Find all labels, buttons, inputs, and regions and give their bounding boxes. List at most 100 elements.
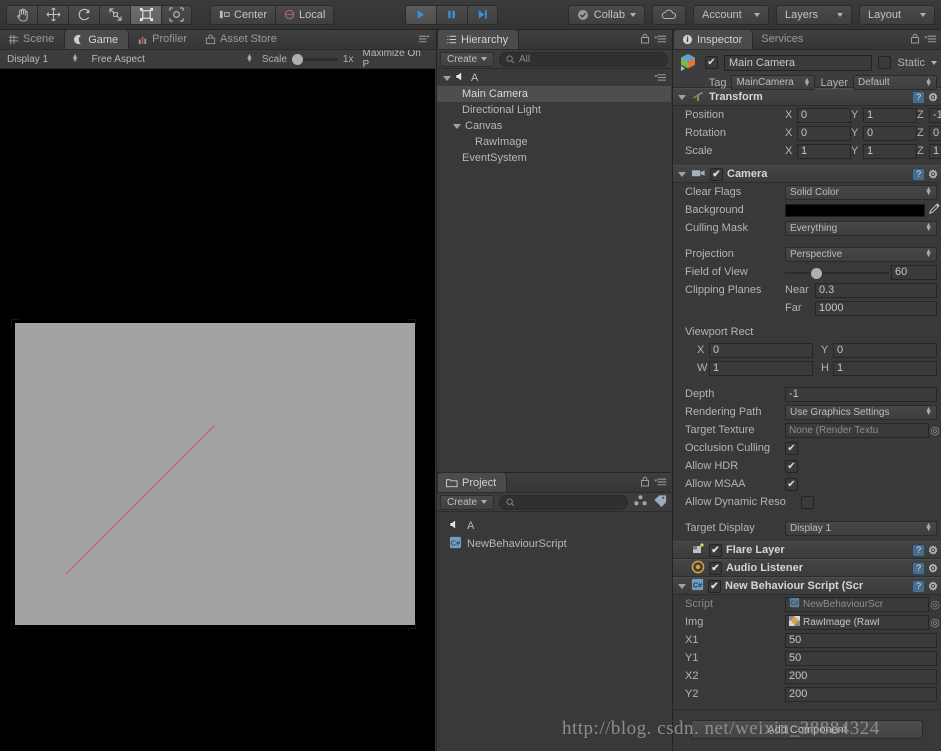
static-checkbox[interactable]	[878, 56, 892, 69]
tab-project[interactable]: Project	[437, 472, 508, 492]
gear-icon[interactable]: ⚙	[928, 562, 938, 575]
game-view-menu[interactable]	[418, 33, 431, 44]
far-input[interactable]: 1000	[815, 300, 937, 316]
viewport-y-input[interactable]: 0	[833, 342, 937, 358]
add-component-button[interactable]: Add Component	[691, 720, 923, 739]
rotation-y-input[interactable]: 0	[863, 125, 917, 141]
gear-icon[interactable]: ⚙	[928, 91, 938, 104]
img-object-field[interactable]: RawImage (RawI	[785, 614, 929, 630]
depth-input[interactable]: -1	[785, 386, 937, 402]
eyedropper-icon[interactable]	[928, 202, 941, 218]
tag-dropdown[interactable]: MainCamera ▲ ▼	[731, 75, 816, 90]
viewport-x-input[interactable]: 0	[709, 342, 813, 358]
rotation-z-input[interactable]: 0	[929, 125, 941, 141]
object-name-input[interactable]: Main Camera	[724, 54, 873, 71]
aspect-dropdown[interactable]: Free Aspect ▲ ▼	[88, 52, 257, 67]
hierarchy-menu-icon[interactable]	[654, 33, 667, 47]
account-button[interactable]: Account	[692, 4, 769, 25]
tab-profiler[interactable]: Profiler	[129, 29, 197, 49]
layer-dropdown[interactable]: Default ▲ ▼	[853, 75, 937, 90]
tab-inspector[interactable]: Inspector	[673, 29, 754, 49]
project-search-input[interactable]	[499, 494, 628, 510]
x2-input[interactable]: 200	[785, 668, 937, 684]
tab-asset-store[interactable]: Asset Store	[197, 29, 287, 49]
expand-triangle-icon[interactable]	[676, 94, 687, 100]
msaa-checkbox[interactable]	[785, 477, 798, 491]
scale-slider[interactable]	[291, 53, 338, 65]
y2-input[interactable]: 200	[785, 686, 937, 702]
transform-component-header[interactable]: Transform ? ⚙	[673, 88, 941, 106]
static-dropdown-icon[interactable]	[931, 60, 937, 65]
hierarchy-item-eventsystem[interactable]: EventSystem	[437, 150, 671, 166]
clear-flags-dropdown[interactable]: Solid Color ▲ ▼	[785, 184, 937, 200]
tab-services[interactable]: Services	[753, 29, 813, 49]
help-icon[interactable]: ?	[912, 90, 926, 104]
gear-icon[interactable]: ⚙	[928, 544, 938, 557]
cloud-button[interactable]	[651, 4, 686, 25]
script-component-header[interactable]: C# New Behaviour Script (Scr ? ⚙	[673, 577, 941, 595]
scale-y-input[interactable]: 1	[863, 143, 917, 159]
hand-tool-button[interactable]	[6, 4, 37, 25]
position-y-input[interactable]: 1	[863, 107, 917, 123]
projection-dropdown[interactable]: Perspective ▲ ▼	[785, 246, 937, 262]
collab-button[interactable]: Collab	[567, 4, 645, 25]
pause-button[interactable]	[435, 4, 467, 25]
audio-listener-enabled-checkbox[interactable]	[709, 561, 722, 575]
lock-icon[interactable]	[910, 33, 920, 47]
move-tool-button[interactable]	[37, 4, 68, 25]
fov-input[interactable]: 60	[891, 264, 937, 280]
hierarchy-item-directional-light[interactable]: Directional Light	[437, 102, 671, 118]
position-z-input[interactable]: -10	[929, 107, 941, 123]
target-display-dropdown[interactable]: Display 1 ▲ ▼	[785, 520, 937, 536]
gear-icon[interactable]: ⚙	[928, 168, 938, 181]
flare-layer-enabled-checkbox[interactable]	[709, 543, 722, 557]
expand-triangle-icon[interactable]	[676, 171, 687, 177]
help-icon[interactable]: ?	[912, 167, 926, 181]
flare-layer-header[interactable]: Flare Layer ? ⚙	[673, 541, 941, 559]
occlusion-checkbox[interactable]	[785, 441, 798, 455]
culling-mask-dropdown[interactable]: Everything ▲ ▼	[785, 220, 937, 236]
help-icon[interactable]: ?	[912, 561, 926, 575]
viewport-w-input[interactable]: 1	[709, 360, 813, 376]
camera-component-header[interactable]: Camera ? ⚙	[673, 165, 941, 183]
tab-hierarchy[interactable]: Hierarchy	[437, 29, 520, 49]
scene-context-menu-icon[interactable]	[654, 72, 671, 85]
position-x-input[interactable]: 0	[797, 107, 851, 123]
hierarchy-item-rawimage[interactable]: RawImage	[437, 134, 671, 150]
near-input[interactable]: 0.3	[815, 282, 937, 298]
hierarchy-item-canvas[interactable]: Canvas	[437, 118, 671, 134]
viewport-h-input[interactable]: 1	[833, 360, 937, 376]
display-dropdown[interactable]: Display 1 ▲ ▼	[3, 52, 83, 67]
help-icon[interactable]: ?	[912, 543, 926, 557]
pivot-mode-button[interactable]: Center	[210, 4, 276, 25]
project-item-script[interactable]: C# NewBehaviourScript	[437, 535, 671, 553]
expand-triangle-icon[interactable]	[441, 75, 452, 81]
object-picker-icon[interactable]: ◎	[929, 598, 941, 611]
hdr-checkbox[interactable]	[785, 459, 798, 473]
rotation-x-input[interactable]: 0	[797, 125, 851, 141]
rotate-tool-button[interactable]	[68, 4, 99, 25]
scale-slider-knob[interactable]	[291, 53, 303, 65]
hierarchy-item-main-camera[interactable]: Main Camera	[437, 86, 671, 102]
lock-icon[interactable]	[640, 476, 650, 490]
expand-triangle-icon[interactable]	[676, 583, 687, 589]
rendering-path-dropdown[interactable]: Use Graphics Settings ▲ ▼	[785, 404, 937, 420]
fov-slider-knob[interactable]	[811, 267, 822, 279]
help-icon[interactable]: ?	[912, 579, 926, 593]
dynamic-checkbox[interactable]	[801, 495, 814, 509]
expand-triangle-icon[interactable]	[451, 123, 462, 129]
y1-input[interactable]: 50	[785, 650, 937, 666]
target-texture-field[interactable]: None (Render Textu	[785, 422, 929, 438]
layers-button[interactable]: Layers	[775, 4, 852, 25]
script-enabled-checkbox[interactable]	[708, 579, 721, 593]
audio-listener-header[interactable]: Audio Listener ? ⚙	[673, 559, 941, 577]
filter-by-type-icon[interactable]	[633, 494, 648, 510]
transform-tool-button[interactable]	[161, 4, 192, 25]
filter-by-label-icon[interactable]	[653, 494, 668, 510]
scale-tool-button[interactable]	[99, 4, 130, 25]
hierarchy-create-button[interactable]: Create	[440, 51, 495, 67]
project-item-scene[interactable]: A	[437, 517, 671, 535]
fov-slider[interactable]: 60	[785, 264, 941, 280]
maximize-on-play-button[interactable]: Maximize On P	[358, 48, 432, 70]
rect-tool-button[interactable]	[130, 4, 161, 25]
